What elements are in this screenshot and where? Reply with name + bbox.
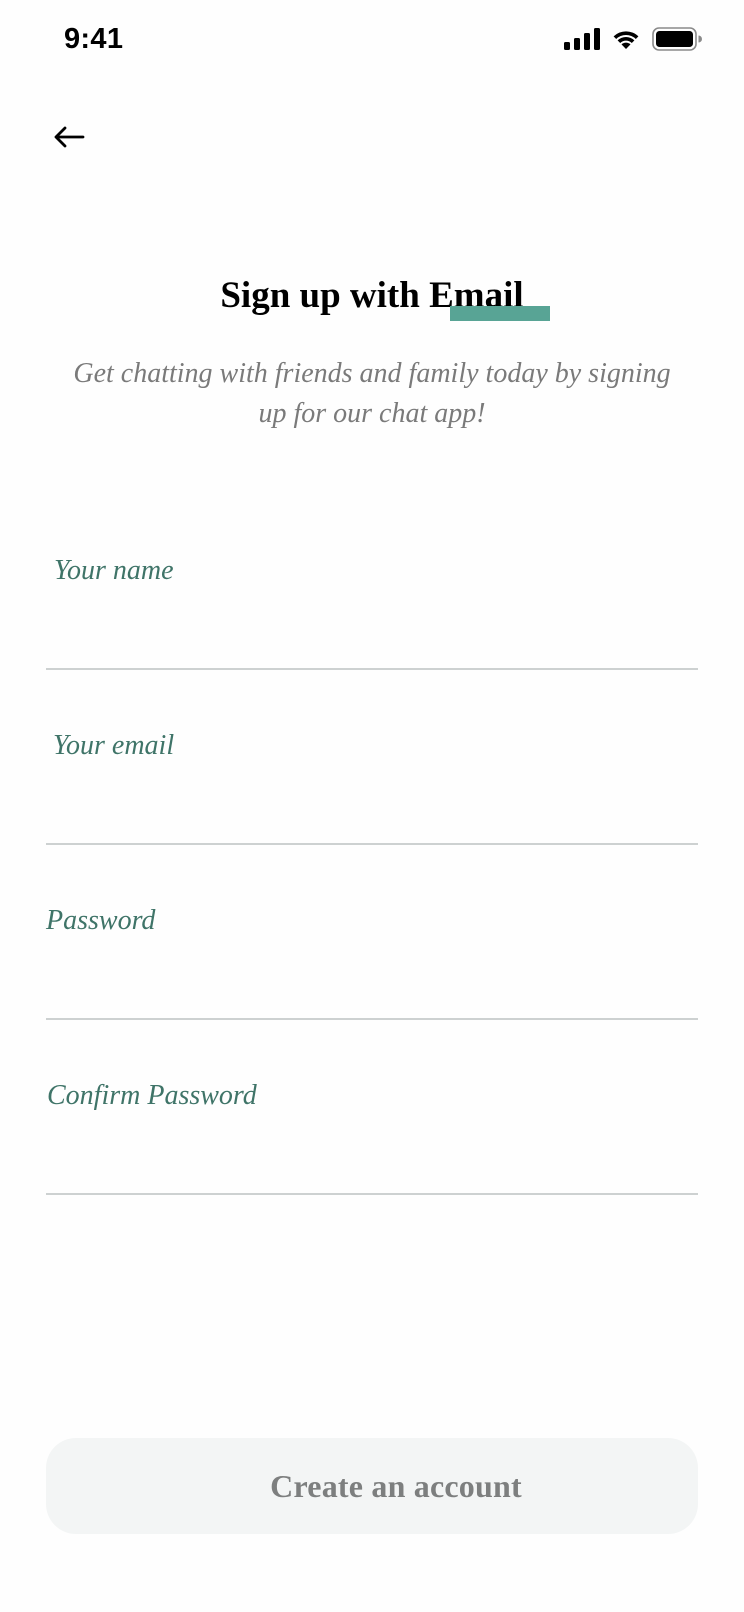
password-field: Password xyxy=(46,904,698,1034)
email-field-label: Your email xyxy=(53,730,175,761)
wifi-icon xyxy=(611,28,641,50)
password-field-label: Password xyxy=(46,905,156,936)
title-highlight-bar xyxy=(449,306,550,321)
arrow-left-icon xyxy=(53,125,85,154)
cellular-signal-icon xyxy=(564,28,600,50)
create-account-button-label: Create an account xyxy=(270,1467,522,1504)
status-bar: 9:41 xyxy=(0,0,744,80)
back-button[interactable] xyxy=(46,116,92,162)
name-input[interactable] xyxy=(46,612,698,658)
name-field-label: Your name xyxy=(54,555,174,586)
title-wrapper: Sign up with Email xyxy=(0,272,744,321)
confirm-password-field-label: Confirm Password xyxy=(47,1080,257,1111)
page-subtitle: Get chatting with friends and family tod… xyxy=(73,358,671,429)
battery-icon xyxy=(652,27,702,51)
name-field-underline xyxy=(46,668,698,670)
email-field-underline xyxy=(46,843,698,845)
create-account-button[interactable]: Create an account xyxy=(46,1438,698,1534)
email-input[interactable] xyxy=(46,787,698,833)
page-title: Sign up with Email xyxy=(220,272,550,321)
status-icons xyxy=(564,26,702,52)
confirm-password-input[interactable] xyxy=(46,1137,698,1183)
confirm-password-field: Confirm Password xyxy=(46,1079,698,1209)
email-field: Your email xyxy=(46,729,698,859)
status-time: 9:41 xyxy=(64,23,124,55)
name-field: Your name xyxy=(46,554,698,684)
password-field-underline xyxy=(46,1018,698,1020)
confirm-password-field-underline xyxy=(46,1193,698,1195)
password-input[interactable] xyxy=(46,962,698,1008)
